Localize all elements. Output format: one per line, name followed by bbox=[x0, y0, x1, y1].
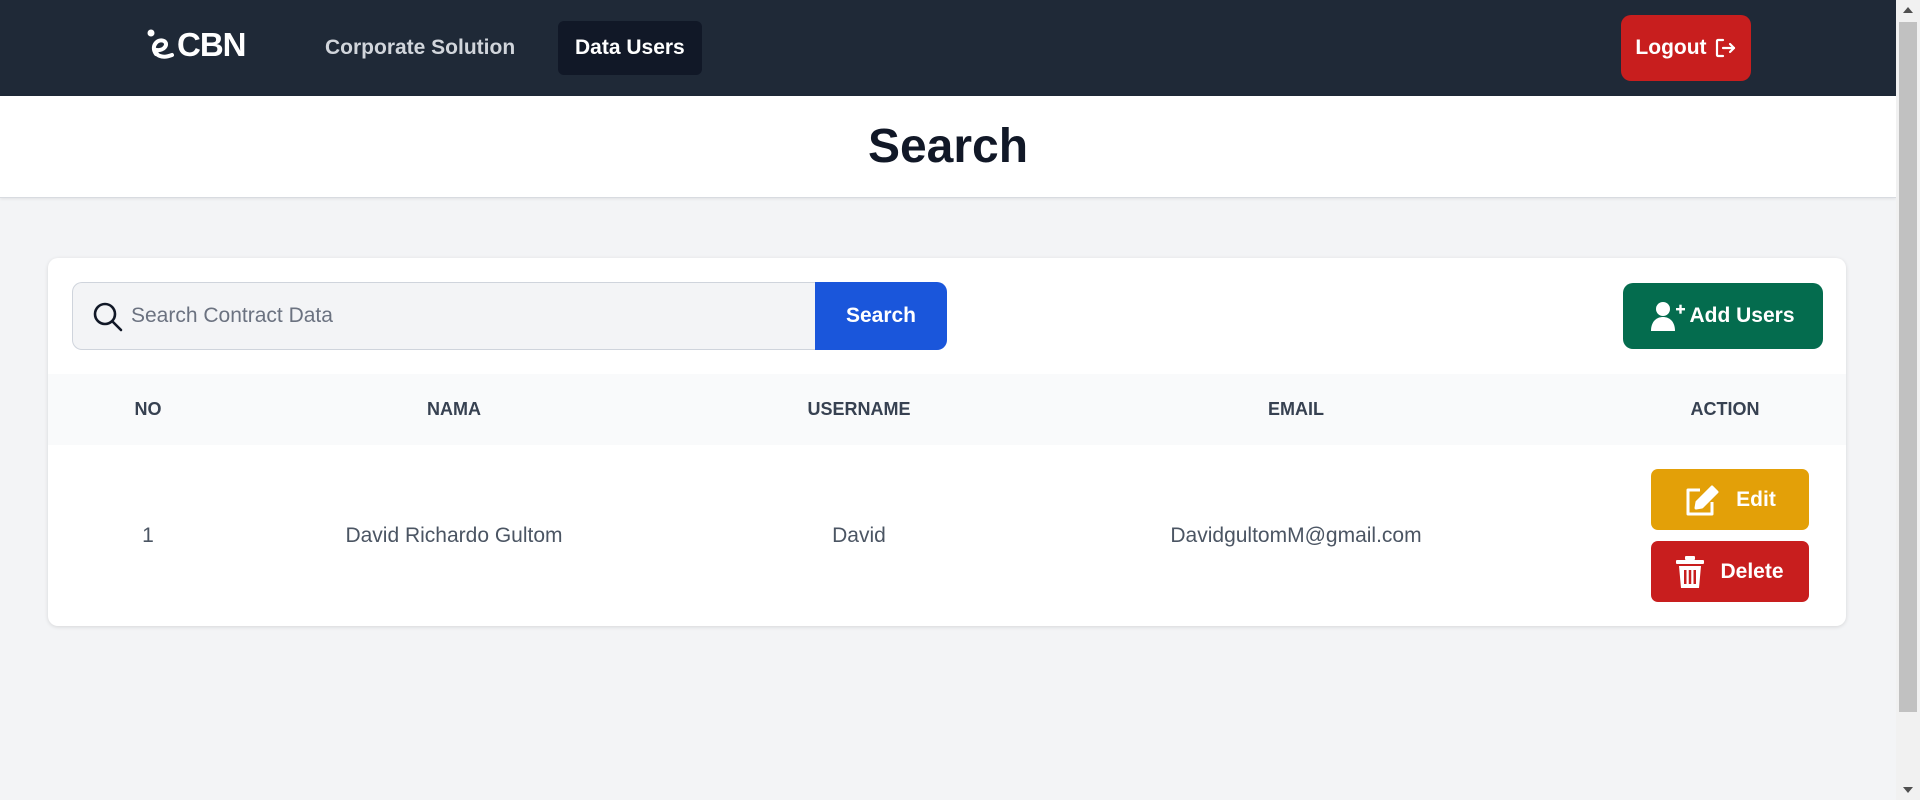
logo-text: CBN bbox=[177, 26, 246, 63]
user-plus-icon bbox=[1651, 302, 1686, 331]
add-users-label: Add Users bbox=[1689, 304, 1795, 327]
cell-email: DavidgultomM@gmail.com bbox=[1170, 523, 1422, 547]
vertical-scrollbar[interactable] bbox=[1896, 0, 1920, 800]
trash-icon bbox=[1676, 555, 1705, 588]
cell-no: 1 bbox=[142, 523, 154, 547]
users-card: Search Add Users NO NAMA USERNAME EMAIL … bbox=[48, 258, 1846, 626]
nav-link-corporate-solution[interactable]: Corporate Solution bbox=[308, 21, 532, 75]
cell-nama: David Richardo Gultom bbox=[345, 523, 563, 547]
edit-button[interactable]: Edit bbox=[1651, 469, 1809, 530]
cell-username: David bbox=[832, 523, 886, 547]
edit-icon bbox=[1686, 485, 1719, 515]
top-navbar: CBN Corporate Solution Data Users Logout bbox=[0, 0, 1896, 96]
column-header-nama: NAMA bbox=[427, 399, 481, 419]
edit-label: Edit bbox=[1736, 487, 1776, 511]
logout-label: Logout bbox=[1635, 36, 1707, 59]
column-header-action: ACTION bbox=[1690, 399, 1760, 419]
scrollbar-thumb[interactable] bbox=[1899, 22, 1917, 712]
scroll-down-arrow-icon[interactable] bbox=[1896, 780, 1920, 800]
search-box bbox=[72, 282, 815, 350]
logout-icon bbox=[1715, 38, 1735, 58]
search-icon bbox=[93, 302, 123, 332]
add-users-button[interactable]: Add Users bbox=[1623, 283, 1823, 349]
column-header-username: USERNAME bbox=[807, 399, 911, 419]
column-header-email: EMAIL bbox=[1268, 399, 1324, 419]
delete-button[interactable]: Delete bbox=[1651, 541, 1809, 602]
logo-icon bbox=[147, 29, 174, 59]
nav-link-data-users[interactable]: Data Users bbox=[558, 21, 702, 75]
search-button[interactable]: Search bbox=[815, 282, 947, 350]
search-input[interactable] bbox=[131, 283, 801, 349]
scroll-up-arrow-icon[interactable] bbox=[1896, 0, 1920, 20]
page-header: Search bbox=[0, 96, 1896, 198]
delete-label: Delete bbox=[1720, 559, 1784, 583]
cbn-logo[interactable]: CBN bbox=[146, 26, 246, 64]
table-header: NO NAMA USERNAME EMAIL ACTION bbox=[48, 374, 1846, 445]
column-header-no: NO bbox=[134, 399, 162, 419]
logout-button[interactable]: Logout bbox=[1621, 15, 1751, 81]
page-title: Search bbox=[867, 120, 1029, 173]
